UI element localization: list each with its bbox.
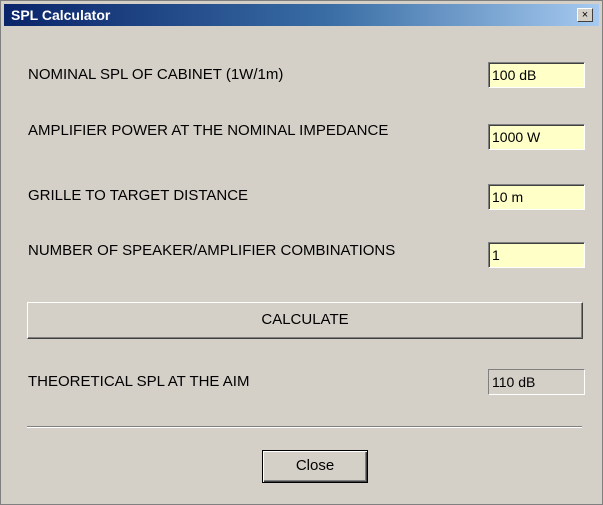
separator [27,426,582,428]
close-window-icon[interactable]: × [577,8,593,22]
amplifier-power-label: AMPLIFIER POWER AT THE NOMINAL IMPEDANCE [28,122,389,139]
close-button[interactable]: Close [262,450,368,483]
combinations-input[interactable]: 1 [488,242,585,268]
grille-distance-label: GRILLE TO TARGET DISTANCE [28,187,249,204]
title-bar[interactable]: SPL Calculator × [4,4,599,26]
amplifier-power-input[interactable]: 1000 W [488,124,585,150]
calculate-button[interactable]: CALCULATE [27,302,583,339]
grille-distance-input[interactable]: 10 m [488,184,585,210]
theoretical-spl-value: 110 dB [488,369,585,395]
theoretical-spl-label: THEORETICAL SPL AT THE AIM [28,373,250,390]
combinations-label: NUMBER OF SPEAKER/AMPLIFIER COMBINATIONS [28,242,396,259]
spl-calculator-dialog: SPL Calculator × NOMINAL SPL OF CABINET … [0,0,603,505]
nominal-spl-label: NOMINAL SPL OF CABINET (1W/1m) [28,66,284,83]
nominal-spl-input[interactable]: 100 dB [488,62,585,88]
window-title: SPL Calculator [11,7,111,23]
